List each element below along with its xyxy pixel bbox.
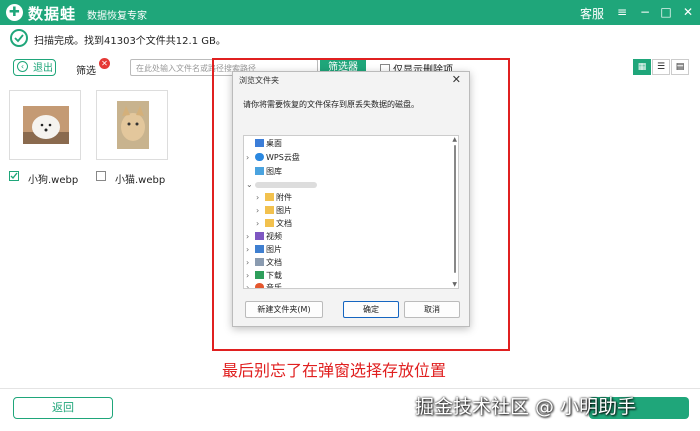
desktop-icon [255, 138, 264, 147]
instruction-caption: 最后别忘了在弹窗选择存放位置 [222, 361, 447, 380]
cloud-icon [255, 152, 264, 161]
music-icon [255, 282, 264, 288]
download-icon [255, 270, 264, 279]
chevron-right-icon[interactable]: › [246, 282, 255, 288]
menu-icon[interactable]: ≡ [614, 3, 630, 21]
chevron-right-icon[interactable]: › [246, 270, 255, 282]
list-view-icon[interactable]: ☰ [652, 59, 670, 75]
tree-item-desktop[interactable]: 桌面 [246, 138, 282, 150]
close-icon[interactable]: ✕ [680, 3, 696, 21]
tree-item-attachments[interactable]: › 附件 [256, 192, 292, 204]
clear-filter-icon[interactable]: ✕ [99, 58, 110, 69]
tree-item-wps-cloud[interactable]: › WPS云盘 [246, 152, 300, 164]
documents-icon [255, 257, 264, 266]
filter-label: 筛选 [76, 66, 96, 77]
scroll-down-icon[interactable]: ▼ [452, 281, 457, 288]
exit-button-label: 退出 [33, 63, 53, 74]
tree-scrollbar[interactable] [454, 145, 456, 273]
cancel-button[interactable]: 取消 [404, 301, 460, 318]
customer-service-link[interactable]: 客服 [580, 5, 604, 22]
browse-folder-dialog: 浏览文件夹 ✕ 请你将需要恢复的文件保存到原丢失数据的磁盘。 桌面 › WPS云盘… [232, 71, 470, 327]
check-circle-icon [10, 29, 28, 47]
ok-button[interactable]: 确定 [343, 301, 399, 318]
chevron-right-icon[interactable]: › [246, 152, 255, 164]
folder-icon [265, 218, 274, 227]
new-folder-button[interactable]: 新建文件夹(M) [245, 301, 323, 318]
arrow-left-icon: ‹ [17, 61, 28, 72]
maximize-icon[interactable]: □ [658, 3, 674, 21]
minimize-icon[interactable]: − [637, 3, 653, 21]
tree-item-documents[interactable]: › 文档 [246, 257, 282, 269]
chevron-right-icon[interactable]: › [246, 244, 255, 256]
back-button[interactable]: 返回 [13, 397, 113, 419]
dialog-title: 浏览文件夹 [239, 76, 279, 85]
tree-item-downloads[interactable]: › 下载 [246, 270, 282, 282]
chevron-down-icon[interactable]: ⌄ [246, 179, 255, 191]
blurred-folder-name [255, 181, 317, 188]
tree-item-documents-sub[interactable]: › 文档 [256, 218, 292, 230]
title-bar: ✚ 数据蛙 数据恢复专家 客服 ≡ − □ ✕ [0, 0, 700, 25]
folder-icon [265, 192, 274, 201]
grid-view-icon[interactable]: ▦ [633, 59, 651, 75]
chevron-right-icon[interactable]: › [256, 205, 265, 217]
detail-view-icon[interactable]: ▤ [671, 59, 689, 75]
chevron-right-icon[interactable]: › [246, 231, 255, 243]
file-thumbnail[interactable] [9, 90, 81, 160]
gallery-icon [255, 166, 264, 175]
folder-icon [265, 205, 274, 214]
tree-item-music[interactable]: › 音乐 [246, 282, 282, 288]
tree-item-user-folder[interactable]: ⌄ [246, 179, 317, 191]
app-brand: 数据蛙 [28, 5, 77, 23]
file-name: 小狗.webp [28, 175, 79, 186]
app-subtitle: 数据恢复专家 [87, 11, 147, 22]
dialog-description: 请你将需要恢复的文件保存到原丢失数据的磁盘。 [243, 100, 419, 109]
chevron-right-icon[interactable]: › [256, 218, 265, 230]
app-logo-icon: ✚ [6, 4, 23, 21]
file-checkbox[interactable] [96, 171, 106, 181]
folder-tree[interactable]: 桌面 › WPS云盘 图库 ⌄ › 附件 › 图片 › 文档 › 视频 › 图片 › 文档 › [243, 135, 459, 289]
pictures-icon [255, 244, 264, 253]
tree-item-videos[interactable]: › 视频 [246, 231, 282, 243]
dog-image-icon [23, 106, 69, 144]
scroll-up-icon[interactable]: ▲ [452, 136, 457, 143]
chevron-right-icon[interactable]: › [256, 192, 265, 204]
tree-item-pictures[interactable]: › 图片 [246, 244, 282, 256]
file-name: 小猫.webp [115, 175, 166, 186]
video-icon [255, 231, 264, 240]
tree-item-gallery[interactable]: 图库 [246, 166, 282, 178]
file-thumbnail[interactable] [96, 90, 168, 160]
dialog-close-icon[interactable]: ✕ [452, 73, 461, 86]
tree-item-pictures-sub[interactable]: › 图片 [256, 205, 292, 217]
watermark: 掘金技术社区 @ 小明助手 [415, 396, 637, 418]
cat-image-icon [117, 101, 149, 149]
exit-button[interactable]: ‹ 退出 [13, 59, 56, 76]
file-checkbox[interactable] [9, 171, 19, 181]
chevron-right-icon[interactable]: › [246, 257, 255, 269]
scan-status-text: 扫描完成。找到41303个文件共12.1 GB。 [34, 36, 226, 47]
